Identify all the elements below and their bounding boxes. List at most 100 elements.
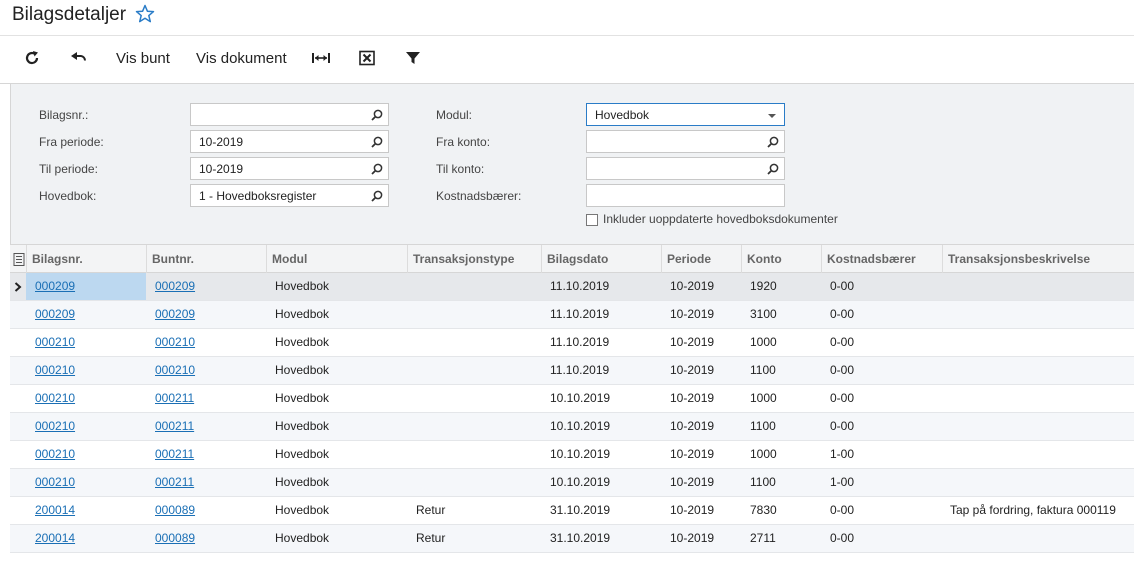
table-row[interactable]: 000210 000211 Hovedbok 10.10.2019 10-201…	[10, 441, 1134, 469]
hovedbok-label: Hovedbok:	[39, 189, 97, 203]
modul-cell: Hovedbok	[275, 419, 330, 433]
periode-cell: 10-2019	[670, 363, 715, 377]
til-konto-label: Til konto:	[436, 162, 485, 176]
kostnadsbaerer-input[interactable]	[586, 184, 785, 207]
export-excel-button[interactable]	[359, 37, 375, 79]
buntnr-link[interactable]: 000211	[155, 385, 194, 412]
table-row[interactable]: 200014 000089 Hovedbok Retur 31.10.2019 …	[10, 497, 1134, 525]
refresh-button[interactable]	[24, 37, 40, 79]
column-header-kostnadsbaerer[interactable]: Kostnadsbærer	[821, 245, 942, 273]
bilagsnr-link[interactable]: 000209	[35, 301, 75, 328]
table-row[interactable]: 000210 000211 Hovedbok 10.10.2019 10-201…	[10, 385, 1134, 413]
bilagsnr-link[interactable]: 000210	[35, 329, 75, 356]
hovedbok-input[interactable]: 1 - Hovedboksregister	[190, 184, 389, 207]
buntnr-link[interactable]: 000089	[155, 497, 195, 524]
buntnr-link[interactable]: 000210	[155, 329, 195, 356]
search-icon[interactable]	[371, 163, 383, 175]
column-header-bilagsnr[interactable]: Bilagsnr.	[26, 245, 146, 273]
column-header-transaksjonstype[interactable]: Transaksjonstype	[407, 245, 541, 273]
column-header-buntnr[interactable]: Buntnr.	[146, 245, 266, 273]
grid-body: 000209 000209 Hovedbok 11.10.2019 10-201…	[10, 273, 1134, 553]
column-header-bilagsdato[interactable]: Bilagsdato	[541, 245, 661, 273]
til-periode-input[interactable]: 10-2019	[190, 157, 389, 180]
modul-cell: Hovedbok	[275, 475, 330, 489]
buntnr-link[interactable]: 000209	[155, 273, 195, 300]
kostnadsbaerer-cell: 0-00	[830, 279, 855, 293]
bilagsdato-cell: 10.10.2019	[550, 419, 611, 433]
excel-export-icon	[359, 50, 375, 66]
buntnr-link[interactable]: 000211	[155, 413, 194, 440]
column-header-konto[interactable]: Konto	[741, 245, 821, 273]
filter-button[interactable]	[405, 37, 421, 79]
filter-icon	[406, 52, 420, 64]
bilagsdato-cell: 31.10.2019	[550, 531, 611, 545]
buntnr-link[interactable]: 000210	[155, 357, 195, 384]
bilagsnr-link[interactable]: 000210	[35, 413, 75, 440]
column-header-modul[interactable]: Modul	[266, 245, 407, 273]
transaksjonstype-cell: Retur	[416, 503, 446, 517]
periode-cell: 10-2019	[670, 335, 715, 349]
favorite-star-icon[interactable]	[135, 4, 155, 24]
table-row[interactable]: 200014 000089 Hovedbok Retur 31.10.2019 …	[10, 525, 1134, 553]
fra-konto-input[interactable]	[586, 130, 785, 153]
search-icon[interactable]	[371, 136, 383, 148]
include-unposted-label: Inkluder uoppdaterte hovedboksdokumenter	[603, 212, 838, 226]
vis-bunt-button[interactable]: Vis bunt	[116, 37, 170, 79]
table-row[interactable]: 000210 000211 Hovedbok 10.10.2019 10-201…	[10, 469, 1134, 497]
table-row[interactable]: 000209 000209 Hovedbok 11.10.2019 10-201…	[10, 301, 1134, 329]
buntnr-link[interactable]: 000089	[155, 525, 195, 552]
toolbar: Vis bunt Vis dokument	[0, 37, 1134, 84]
til-periode-label: Til periode:	[39, 162, 98, 176]
modul-cell: Hovedbok	[275, 363, 330, 377]
bilagsdato-cell: 31.10.2019	[550, 503, 611, 517]
konto-cell: 2711	[750, 531, 776, 545]
buntnr-link[interactable]: 000209	[155, 301, 195, 328]
kostnadsbaerer-cell: 0-00	[830, 391, 855, 405]
kostnadsbaerer-cell: 0-00	[830, 419, 855, 433]
modul-label: Modul:	[436, 108, 473, 122]
search-icon[interactable]	[767, 136, 779, 148]
undo-button[interactable]	[70, 37, 88, 79]
column-header-periode[interactable]: Periode	[661, 245, 741, 273]
til-konto-input[interactable]	[586, 157, 785, 180]
modul-select[interactable]: Hovedbok	[586, 103, 785, 126]
periode-cell: 10-2019	[670, 307, 715, 321]
bilagsnr-link[interactable]: 000209	[26, 273, 146, 300]
bilagsdato-cell: 11.10.2019	[550, 307, 610, 321]
vis-dokument-button[interactable]: Vis dokument	[196, 37, 287, 79]
column-settings-icon[interactable]	[13, 253, 25, 266]
table-row[interactable]: 000210 000211 Hovedbok 10.10.2019 10-201…	[10, 413, 1134, 441]
chevron-down-icon[interactable]	[768, 114, 776, 118]
search-icon[interactable]	[371, 190, 383, 202]
buntnr-link[interactable]: 000211	[155, 469, 194, 496]
results-grid: Bilagsnr. Buntnr. Modul Transaksjonstype…	[10, 244, 1134, 553]
bilagsnr-link[interactable]: 000210	[35, 441, 75, 468]
table-row[interactable]: 000210 000210 Hovedbok 11.10.2019 10-201…	[10, 357, 1134, 385]
undo-icon	[71, 52, 87, 61]
table-row[interactable]: 000209 000209 Hovedbok 11.10.2019 10-201…	[10, 273, 1134, 301]
periode-cell: 10-2019	[670, 419, 715, 433]
buntnr-link[interactable]: 000211	[155, 441, 194, 468]
kostnadsbaerer-cell: 1-00	[830, 475, 855, 489]
fit-to-screen-button[interactable]	[312, 37, 330, 79]
bilagsnr-link[interactable]: 000210	[35, 385, 75, 412]
bilagsnr-link[interactable]: 000210	[35, 357, 75, 384]
bilagsnr-link[interactable]: 000210	[35, 469, 75, 496]
modul-cell: Hovedbok	[275, 279, 330, 293]
search-icon[interactable]	[371, 109, 383, 121]
search-icon[interactable]	[767, 163, 779, 175]
bilagsnr-label: Bilagsnr.:	[39, 108, 89, 122]
bilagsnr-input[interactable]	[190, 103, 389, 126]
fra-konto-label: Fra konto:	[436, 135, 491, 149]
modul-cell: Hovedbok	[275, 391, 330, 405]
konto-cell: 1000	[750, 447, 777, 461]
include-unposted-checkbox[interactable]	[586, 214, 598, 226]
bilagsnr-link[interactable]: 200014	[35, 497, 75, 524]
transaksjonstype-cell: Retur	[416, 531, 446, 545]
table-row[interactable]: 000210 000210 Hovedbok 11.10.2019 10-201…	[10, 329, 1134, 357]
konto-cell: 1000	[750, 391, 777, 405]
column-header-transaksjonsbeskrivelse[interactable]: Transaksjonsbeskrivelse	[942, 245, 1134, 273]
bilagsnr-link[interactable]: 200014	[35, 525, 75, 552]
modul-cell: Hovedbok	[275, 335, 330, 349]
fra-periode-input[interactable]: 10-2019	[190, 130, 389, 153]
